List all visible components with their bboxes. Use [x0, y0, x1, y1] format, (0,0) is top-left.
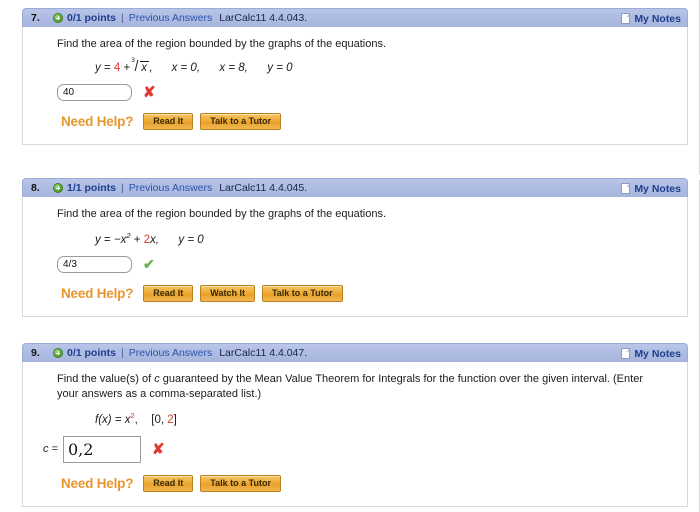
question-prompt: Find the value(s) of c guaranteed by the… — [57, 372, 657, 402]
need-help-label: Need Help? — [61, 114, 134, 129]
eq-coefficient: 4 — [113, 62, 121, 74]
need-help-label: Need Help? — [61, 475, 134, 491]
answer-input[interactable] — [62, 435, 141, 463]
help-row-8: Need Help? Read It Watch It Talk to a Tu… — [61, 284, 675, 302]
question-body-7: Find the area of the region bounded by t… — [22, 27, 688, 145]
talk-to-a-tutor-button[interactable]: Talk to a Tutor — [261, 284, 343, 302]
question-card-7: 7. 0/1 points | Previous Answers LarCalc… — [22, 8, 688, 145]
answer-input[interactable] — [57, 84, 132, 101]
incorrect-mark-icon: ✘ — [151, 440, 165, 458]
expand-plus-icon[interactable] — [53, 348, 63, 358]
answer-input[interactable] — [57, 255, 132, 273]
question-reference: LarCalc11 4.4.045. — [219, 182, 308, 194]
eq-term-2: y = 0 — [178, 233, 204, 246]
my-notes-button[interactable]: My Notes — [621, 179, 681, 198]
cube-root-icon: 3x — [131, 57, 149, 74]
help-row-9: Need Help? Read It Talk to a Tutor — [61, 474, 675, 492]
eq-comma: , — [134, 413, 138, 426]
question-number: 9. — [31, 347, 40, 359]
points-label: 0/1 points — [67, 347, 117, 359]
header-separator: | — [121, 12, 124, 24]
question-header-8: 8. 1/1 points | Previous Answers LarCalc… — [22, 178, 688, 197]
question-prompt: Find the area of the region bounded by t… — [57, 38, 387, 50]
question-equation-9: f(x) = x2, [0, 2] — [95, 411, 675, 426]
note-page-icon — [621, 183, 631, 194]
question-prompt: Find the area of the region bounded by t… — [57, 208, 387, 220]
interval-open: [0, — [151, 413, 165, 426]
eq-exponent: 2 — [126, 231, 131, 240]
my-notes-label: My Notes — [634, 12, 681, 25]
points-label: 1/1 points — [67, 182, 117, 194]
question-header-7: 7. 0/1 points | Previous Answers LarCalc… — [22, 8, 688, 27]
eq-equals: = — [114, 413, 122, 426]
question-card-8: 8. 1/1 points | Previous Answers LarCalc… — [22, 178, 688, 317]
question-body-8: Find the area of the region bounded by t… — [22, 197, 688, 317]
eq-comma: , — [148, 62, 153, 74]
eq-lhs: y — [95, 62, 101, 74]
incorrect-mark-icon: ✘ — [143, 84, 156, 101]
eq-plus: + — [133, 233, 141, 246]
talk-to-a-tutor-button[interactable]: Talk to a Tutor — [200, 474, 281, 492]
interval-close: ] — [173, 413, 177, 426]
homework-page: 7. 0/1 points | Previous Answers LarCalc… — [0, 0, 700, 512]
question-number: 8. — [31, 182, 40, 194]
talk-to-a-tutor-button[interactable]: Talk to a Tutor — [200, 113, 281, 130]
question-reference: LarCalc11 4.4.043. — [219, 12, 308, 24]
note-page-icon — [621, 13, 631, 24]
eq-equals: = — [103, 233, 111, 246]
eq-term-4: y = 0 — [267, 62, 293, 74]
question-reference: LarCalc11 4.4.047. — [219, 347, 308, 359]
note-page-icon — [621, 348, 631, 359]
header-separator: | — [121, 182, 124, 194]
correct-mark-icon: ✔ — [143, 256, 155, 273]
question-equation-7: y = 4 +3 x, x = 0, x = 8, y = 0 — [95, 57, 675, 74]
answer-row-9: c = ✘ — [43, 435, 675, 463]
expand-plus-icon[interactable] — [53, 13, 63, 23]
points-label: 0/1 points — [67, 12, 117, 24]
read-it-button[interactable]: Read It — [143, 113, 194, 130]
eq-term-2: x = 0, — [171, 62, 201, 74]
prompt-part-1: Find the value(s) of — [57, 373, 155, 385]
answer-input-label: c = — [43, 443, 58, 456]
watch-it-button[interactable]: Watch It — [200, 284, 255, 302]
answer-row-7: ✘ — [57, 84, 675, 101]
answer-row-8: ✔ — [57, 255, 675, 273]
question-card-9: 9. 0/1 points | Previous Answers LarCalc… — [22, 343, 688, 507]
previous-answers-link[interactable]: Previous Answers — [129, 347, 212, 359]
read-it-button[interactable]: Read It — [143, 284, 194, 302]
question-body-9: Find the value(s) of c guaranteed by the… — [22, 362, 688, 507]
expand-plus-icon[interactable] — [53, 183, 63, 193]
eq-lhs: y — [95, 233, 101, 246]
eq-neg-term: −x — [113, 233, 127, 246]
root-index: 3 — [131, 57, 135, 64]
need-help-label: Need Help? — [61, 285, 134, 301]
my-notes-button[interactable]: My Notes — [621, 344, 681, 363]
previous-answers-link[interactable]: Previous Answers — [129, 182, 212, 194]
help-row-7: Need Help? Read It Talk to a Tutor — [61, 113, 675, 130]
my-notes-label: My Notes — [634, 182, 681, 195]
eq-plus: + — [123, 62, 131, 74]
question-header-9: 9. 0/1 points | Previous Answers LarCalc… — [22, 343, 688, 362]
question-equation-8: y = −x2 + 2x, y = 0 — [95, 231, 675, 246]
question-number: 7. — [31, 12, 40, 24]
my-notes-button[interactable]: My Notes — [621, 9, 681, 28]
my-notes-label: My Notes — [634, 347, 681, 360]
header-separator: | — [121, 347, 124, 359]
read-it-button[interactable]: Read It — [143, 474, 194, 492]
eq-function: f(x) — [95, 413, 112, 426]
eq-equals: = — [103, 62, 111, 74]
eq-variable: x, — [150, 233, 159, 246]
eq-term-3: x = 8, — [219, 62, 248, 74]
previous-answers-link[interactable]: Previous Answers — [129, 12, 212, 24]
